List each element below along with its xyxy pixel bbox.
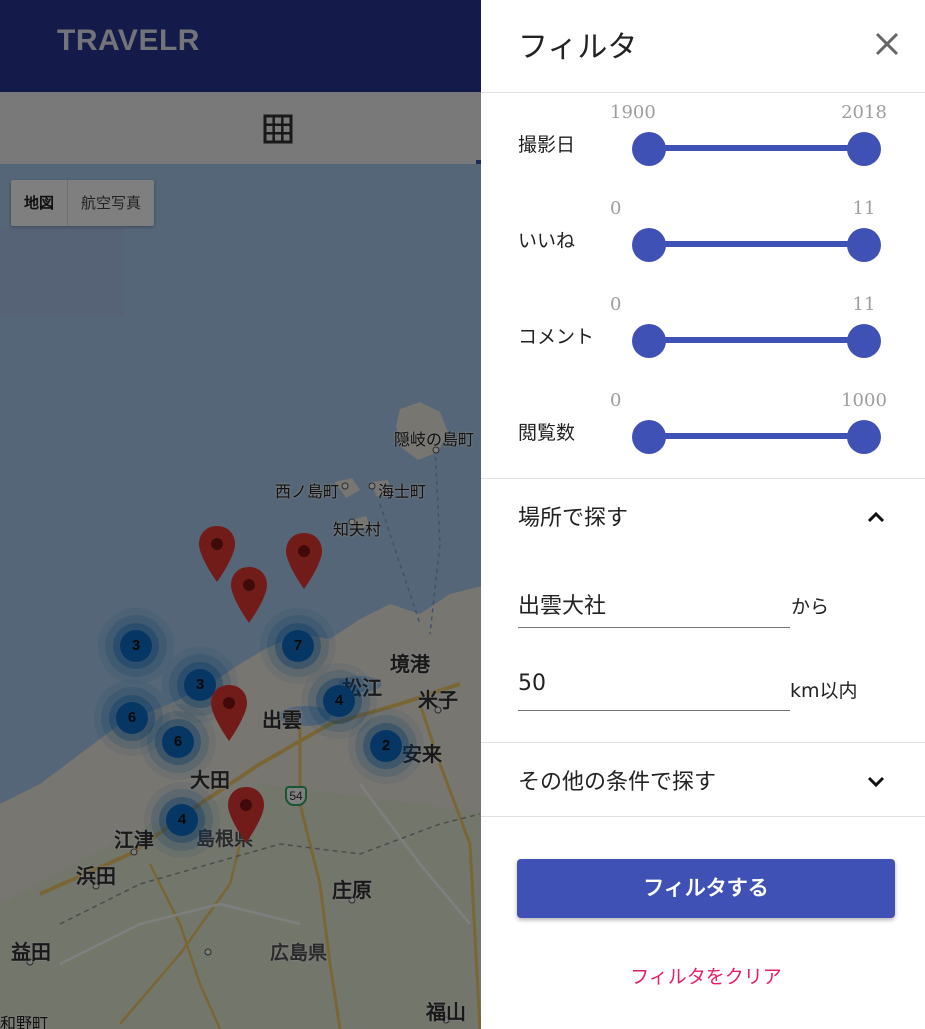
comments-slider-min: 0: [610, 294, 622, 315]
likes-slider-label: いいね: [518, 230, 576, 252]
clear-filter-link[interactable]: フィルタをクリア: [481, 962, 925, 989]
place-field-value[interactable]: 出雲大社: [518, 588, 606, 620]
date-slider-max: 2018: [841, 102, 887, 123]
close-icon[interactable]: [867, 24, 907, 64]
comments-slider-low-thumb[interactable]: [632, 324, 666, 358]
distance-suffix: km以内: [790, 680, 858, 702]
likes-slider: いいね 0 11: [481, 198, 925, 262]
place-field[interactable]: 出雲大社: [518, 582, 790, 628]
chevron-up-icon: [867, 511, 885, 523]
views-slider-low-thumb[interactable]: [632, 420, 666, 454]
location-section-header[interactable]: 場所で探す: [481, 480, 925, 550]
comments-slider-high-thumb[interactable]: [847, 324, 881, 358]
date-slider-min: 1900: [610, 102, 656, 123]
views-slider: 閲覧数 0 1000: [481, 390, 925, 454]
date-slider-high-thumb[interactable]: [847, 132, 881, 166]
divider: [481, 92, 925, 93]
comments-slider-max: 11: [852, 294, 876, 315]
other-conditions-title: その他の条件で探す: [518, 770, 717, 795]
comments-slider: コメント 0 11: [481, 294, 925, 358]
views-slider-high-thumb[interactable]: [847, 420, 881, 454]
views-slider-max: 1000: [841, 390, 887, 411]
views-slider-track[interactable]: [648, 433, 864, 439]
views-slider-min: 0: [610, 390, 622, 411]
filter-title: フィルタ: [518, 30, 638, 65]
distance-field-value[interactable]: 50: [518, 671, 546, 696]
likes-slider-min: 0: [610, 198, 622, 219]
comments-slider-track[interactable]: [648, 337, 864, 343]
likes-slider-max: 11: [852, 198, 876, 219]
other-conditions-section-header[interactable]: その他の条件で探す: [481, 744, 925, 814]
likes-slider-high-thumb[interactable]: [847, 228, 881, 262]
views-slider-label: 閲覧数: [518, 422, 576, 444]
place-suffix: から: [791, 596, 830, 618]
date-slider-track[interactable]: [648, 145, 864, 151]
apply-filter-button[interactable]: フィルタする: [517, 859, 895, 918]
date-slider-low-thumb[interactable]: [632, 132, 666, 166]
divider: [481, 478, 925, 479]
comments-slider-label: コメント: [518, 326, 595, 348]
likes-slider-track[interactable]: [648, 241, 864, 247]
chevron-down-icon: [867, 776, 885, 788]
location-section-title: 場所で探す: [518, 506, 629, 531]
divider: [481, 816, 925, 817]
divider: [481, 742, 925, 743]
likes-slider-low-thumb[interactable]: [632, 228, 666, 262]
date-slider: 撮影日 1900 2018: [481, 102, 925, 166]
distance-field[interactable]: 50: [518, 665, 790, 711]
filter-drawer: フィルタ 撮影日 1900 2018 いいね 0 11 コメント 0 11 閲覧…: [481, 0, 925, 1029]
date-slider-label: 撮影日: [518, 134, 576, 156]
